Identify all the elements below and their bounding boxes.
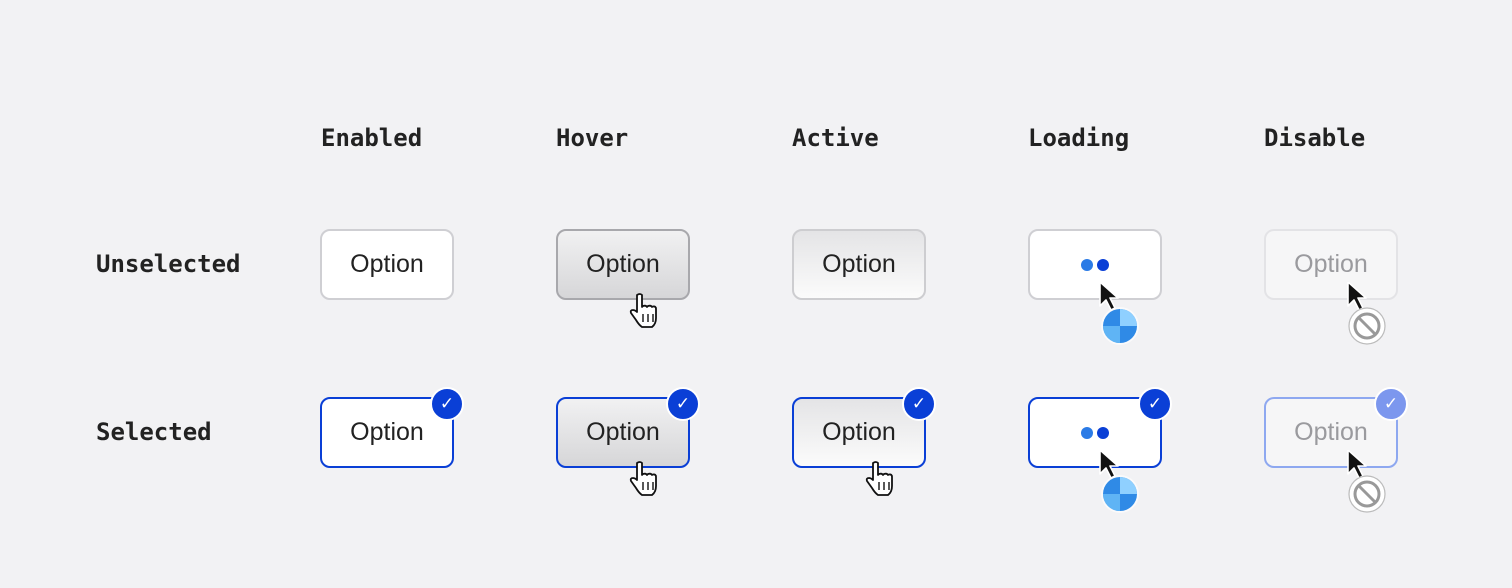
- loading-dot: [1081, 258, 1093, 271]
- column-header-hover: Hover: [556, 124, 629, 152]
- arrow-busy-spinner-icon: [1099, 450, 1139, 513]
- row-header-unselected: Unselected: [96, 250, 241, 278]
- checkmark-icon: ✓: [666, 387, 700, 421]
- column-header-active: Active: [792, 124, 879, 152]
- loading-dot: [1081, 426, 1093, 439]
- column-header-loading: Loading: [1028, 124, 1130, 152]
- option-label: Option: [1294, 418, 1368, 446]
- option-label: Option: [586, 418, 660, 446]
- checkmark-icon: ✓: [902, 387, 936, 421]
- column-header-enabled: Enabled: [321, 124, 423, 152]
- loading-dot: [1097, 258, 1109, 271]
- option-unselected-enabled[interactable]: Option: [320, 229, 454, 300]
- option-unselected-hover[interactable]: Option: [556, 229, 690, 300]
- checkmark-icon: ✓: [1374, 387, 1408, 421]
- arrow-not-allowed-icon: [1347, 282, 1386, 345]
- hand-pointer-icon: [629, 293, 657, 328]
- option-label: Option: [822, 418, 896, 446]
- option-unselected-active[interactable]: Option: [792, 229, 926, 300]
- option-label: Option: [586, 250, 660, 278]
- option-label: Option: [350, 418, 424, 446]
- option-label: Option: [350, 250, 424, 278]
- checkmark-icon: ✓: [430, 387, 464, 421]
- checkmark-icon: ✓: [1138, 387, 1172, 421]
- hand-pointer-icon: [629, 461, 657, 496]
- loading-indicator: [1081, 258, 1109, 271]
- option-label: Option: [1294, 250, 1368, 278]
- column-header-disable: Disable: [1264, 124, 1366, 152]
- option-label: Option: [822, 250, 896, 278]
- arrow-not-allowed-icon: [1347, 450, 1386, 513]
- row-header-selected: Selected: [96, 418, 212, 446]
- hand-pointer-icon: [865, 461, 893, 496]
- arrow-busy-spinner-icon: [1099, 282, 1139, 345]
- loading-dot: [1097, 426, 1109, 439]
- loading-indicator: [1081, 426, 1109, 439]
